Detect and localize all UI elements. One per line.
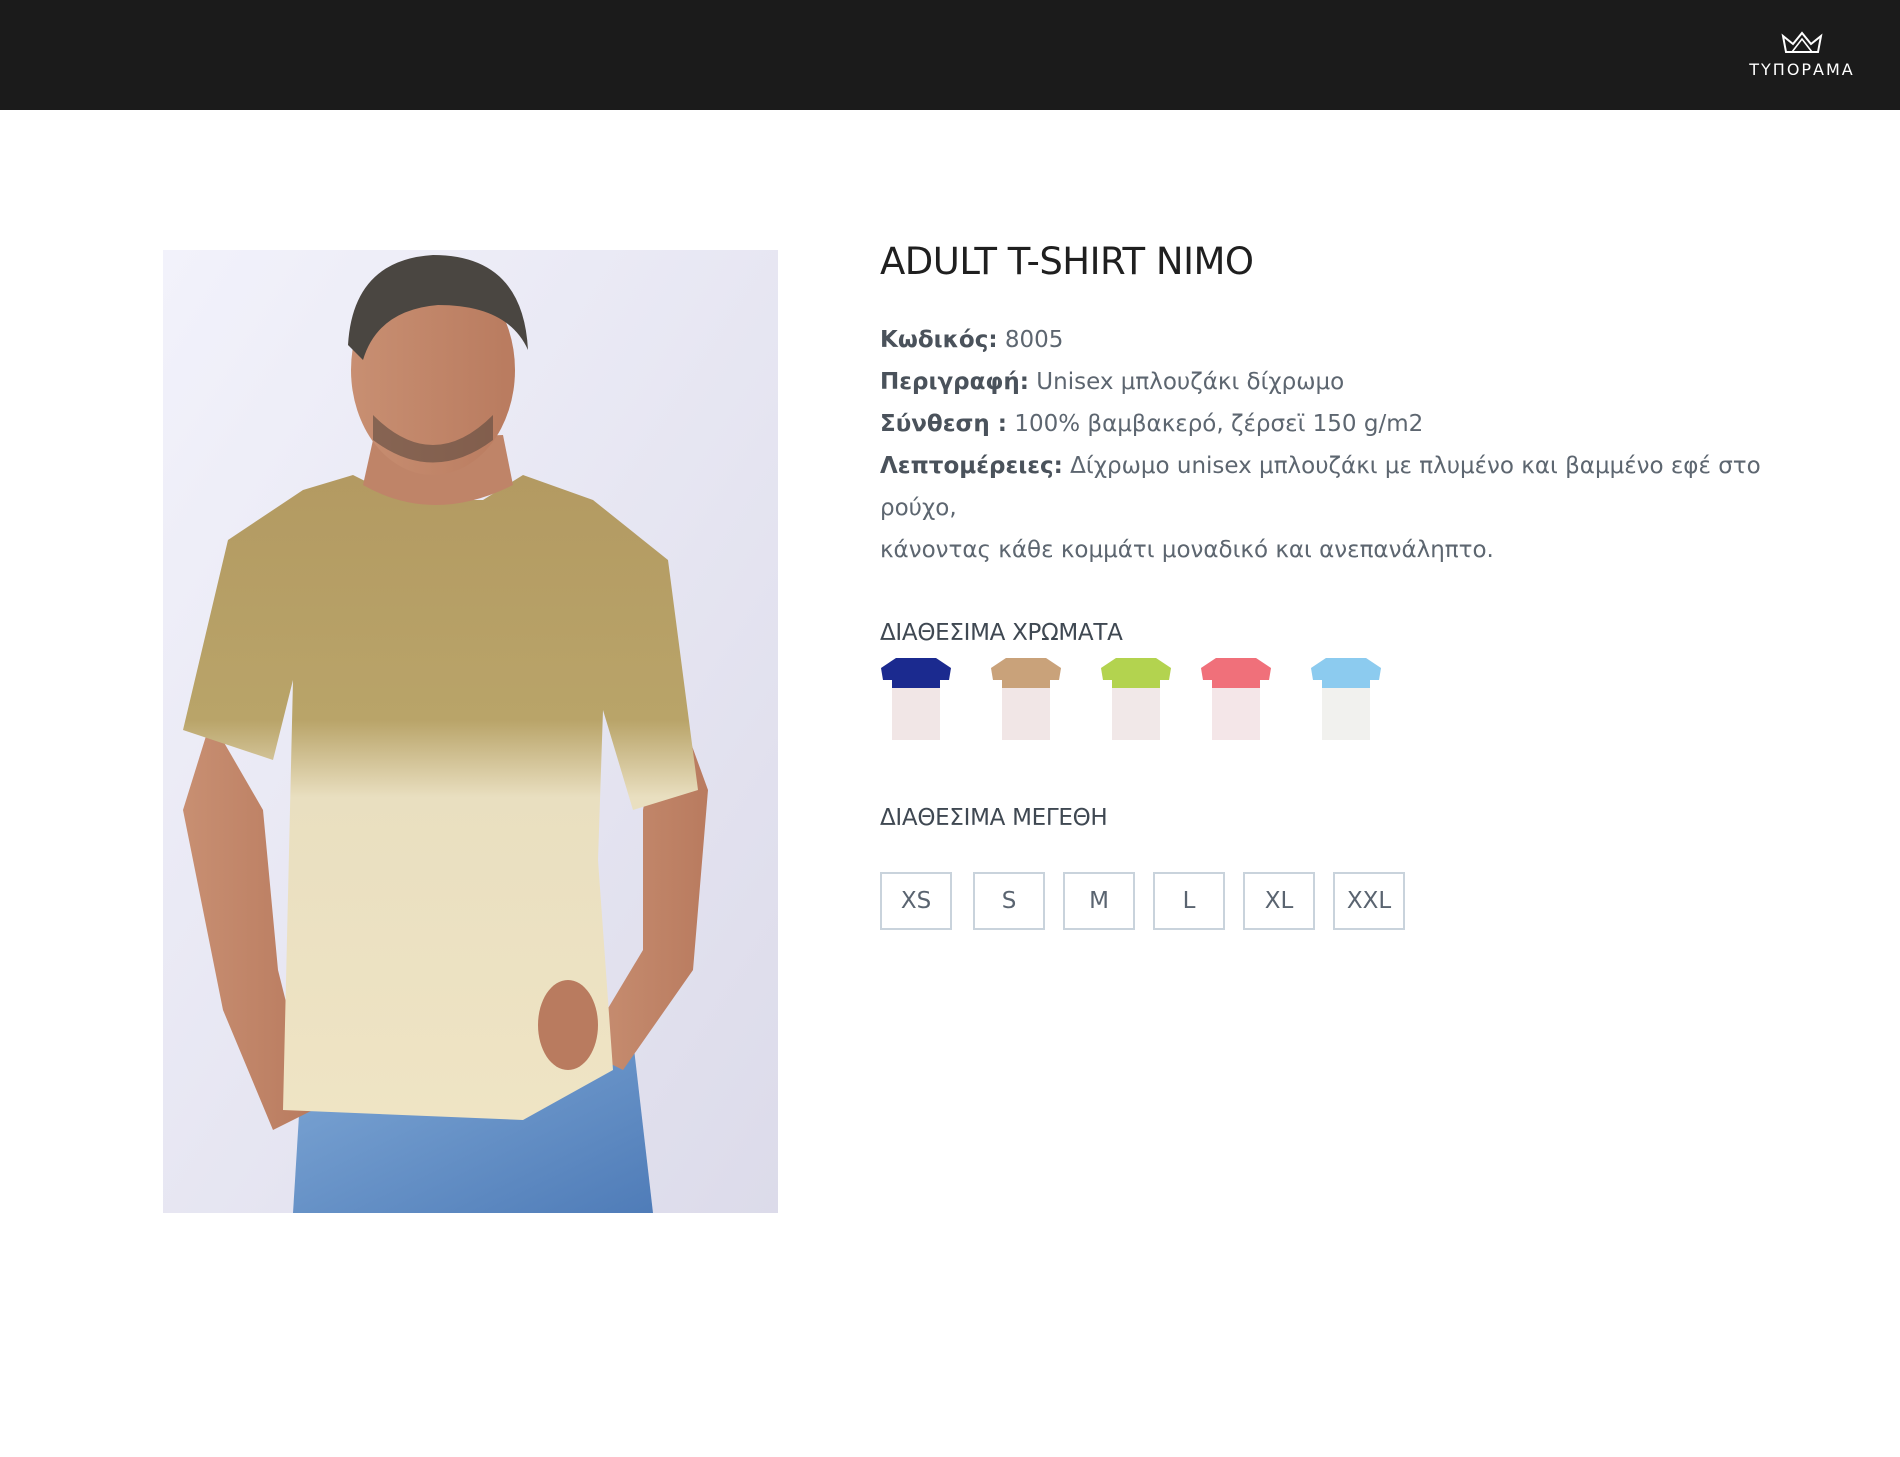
crown-icon (1781, 31, 1823, 53)
swatch-top (1201, 658, 1271, 688)
swatch-top (881, 658, 951, 688)
brand-name: ΤΥΠΟΡΑΜΑ (1749, 60, 1855, 79)
product-photo (163, 250, 778, 1213)
spec-value: 100% βαμβακερό, ζέρσεϊ 150 g/m2 (1007, 411, 1424, 437)
color-swatches (880, 658, 1400, 740)
swatch-top (1101, 658, 1171, 688)
spec-label: Κωδικός: (880, 327, 998, 353)
size-option-l[interactable]: L (1153, 872, 1225, 930)
color-swatch-beige[interactable] (990, 658, 1062, 740)
spec-details: Λεπτομέρειες: Δίχρωμο unisex μπλουζάκι μ… (880, 445, 1780, 529)
spec-value: 8005 (997, 327, 1064, 353)
color-swatch-navy[interactable] (880, 658, 952, 740)
spec-code: Κωδικός: 8005 (880, 319, 1780, 361)
product-info: ADULT T-SHIRT NIMO Κωδικός: 8005 Περιγρα… (880, 240, 1780, 571)
size-options: XS S M L XL XXL (880, 872, 1440, 930)
product-title: ADULT T-SHIRT NIMO (880, 240, 1254, 283)
swatch-top (1311, 658, 1381, 688)
top-bar: ΤΥΠΟΡΑΜΑ (0, 0, 1900, 110)
size-option-xs[interactable]: XS (880, 872, 952, 930)
available-sizes-title: ΔΙΑΘΕΣΙΜΑ ΜΕΓΕΘΗ (880, 805, 1108, 831)
size-option-s[interactable]: S (973, 872, 1045, 930)
spec-description: Περιγραφή: Unisex μπλουζάκι δίχρωμο (880, 361, 1780, 403)
available-colors-title: ΔΙΑΘΕΣΙΜΑ ΧΡΩΜΑΤΑ (880, 620, 1123, 646)
spec-details-continuation: κάνοντας κάθε κομμάτι μοναδικό και ανεπα… (880, 537, 1494, 563)
spec-value: Unisex μπλουζάκι δίχρωμο (1028, 369, 1345, 395)
color-swatch-coral[interactable] (1200, 658, 1272, 740)
color-swatch-sky-blue[interactable] (1310, 658, 1382, 740)
spec-label: Σύνθεση : (880, 411, 1008, 437)
swatch-top (991, 658, 1061, 688)
spec-label: Περιγραφή: (880, 369, 1029, 395)
brand-logo[interactable]: ΤΥΠΟΡΑΜΑ (1744, 30, 1860, 79)
product-specs: Κωδικός: 8005 Περιγραφή: Unisex μπλουζάκ… (880, 319, 1780, 571)
size-option-xl[interactable]: XL (1243, 872, 1315, 930)
spec-label: Λεπτομέρειες: (880, 453, 1063, 479)
color-swatch-lime[interactable] (1100, 658, 1172, 740)
size-option-xxl[interactable]: XXL (1333, 872, 1405, 930)
spec-composition: Σύνθεση : 100% βαμβακερό, ζέρσεϊ 150 g/m… (880, 403, 1780, 445)
size-option-m[interactable]: M (1063, 872, 1135, 930)
